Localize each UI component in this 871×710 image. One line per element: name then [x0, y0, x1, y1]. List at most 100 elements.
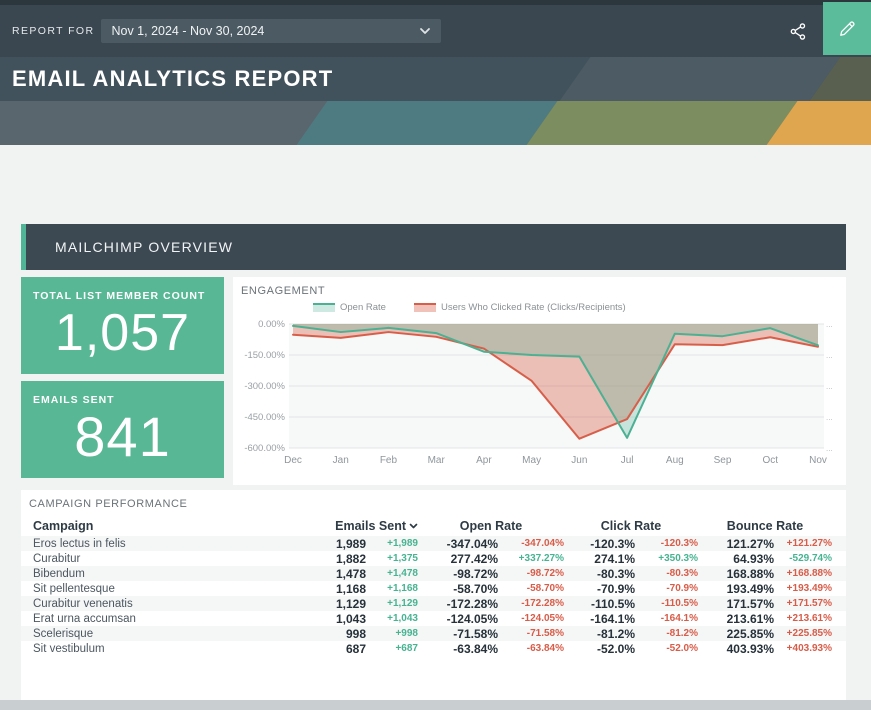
metric-delta: +171.57%	[774, 598, 832, 609]
svg-text:Oct: Oct	[762, 455, 778, 466]
metric-value: 64.93%	[698, 552, 774, 566]
report-for-label: REPORT FOR	[12, 25, 94, 37]
table-row[interactable]: Curabitur venenatis1,129+1,129-172.28%-1…	[21, 596, 846, 611]
deco-shape-olive	[527, 101, 798, 145]
svg-text:-300.00%: -300.00%	[244, 381, 285, 392]
metric-value: 225.85%	[698, 627, 774, 641]
column-header-open-rate[interactable]: Open Rate	[460, 519, 523, 533]
metric-delta: +337.27%	[498, 553, 564, 564]
metric-delta: +1,129	[366, 598, 418, 609]
metric-value: -81.2%	[564, 627, 635, 641]
kpi-emails-sent: EMAILS SENT 841	[21, 381, 224, 478]
metric-value: -63.84%	[418, 642, 498, 656]
metric-value: -52.0%	[564, 642, 635, 656]
page-bottom-strip	[0, 700, 871, 710]
table-row[interactable]: Sit vestibulum687+687-63.84%-63.84%-52.0…	[21, 641, 846, 656]
metric-delta: -63.84%	[498, 643, 564, 654]
metric-value: 121.27%	[698, 537, 774, 551]
metric-value: -70.9%	[564, 582, 635, 596]
table-row[interactable]: Erat urna accumsan1,043+1,043-124.05%-12…	[21, 611, 846, 626]
decorative-band	[0, 101, 871, 145]
legend-label: Open Rate	[340, 302, 386, 313]
svg-text:May: May	[522, 455, 541, 466]
report-body: MAILCHIMP OVERVIEW TOTAL LIST MEMBER COU…	[0, 224, 871, 700]
campaign-name: Bibendum	[33, 568, 296, 580]
column-header-emails-sent[interactable]: Emails Sent	[335, 519, 418, 533]
metric-value: 168.88%	[698, 567, 774, 581]
metric-value: 213.61%	[698, 612, 774, 626]
campaign-name: Sit vestibulum	[33, 643, 296, 655]
metric-delta: +1,375	[366, 553, 418, 564]
metric-delta: -172.28%	[498, 598, 564, 609]
metric-value: -124.05%	[418, 612, 498, 626]
table-row[interactable]: Scelerisque998+998-71.58%-71.58%-81.2%-8…	[21, 626, 846, 641]
engagement-plot: 0.00%...-150.00%...-300.00%...-450.00%..…	[233, 314, 846, 472]
metric-value: 1,168	[296, 582, 366, 596]
table-row[interactable]: Sit pellentesque1,168+1,168-58.70%-58.70…	[21, 581, 846, 596]
campaign-name: Sit pellentesque	[33, 583, 296, 595]
column-header-click-rate[interactable]: Click Rate	[601, 519, 661, 533]
metric-value: -80.3%	[564, 567, 635, 581]
svg-text:...: ...	[826, 413, 833, 422]
kpi-value: 841	[33, 406, 212, 468]
metric-delta: +213.61%	[774, 613, 832, 624]
svg-text:0.00%: 0.00%	[258, 319, 285, 330]
metric-delta: +1,989	[366, 538, 418, 549]
metric-delta: +1,478	[366, 568, 418, 579]
svg-text:...: ...	[826, 444, 833, 453]
metric-value: 1,989	[296, 537, 366, 551]
topbar: REPORT FOR Nov 1, 2024 - Nov 30, 2024	[0, 5, 871, 57]
metric-value: 1,882	[296, 552, 366, 566]
table-row[interactable]: Curabitur1,882+1,375277.42%+337.27%274.1…	[21, 551, 846, 566]
metric-delta: -529.74%	[774, 553, 832, 564]
metric-delta: -71.58%	[498, 628, 564, 639]
svg-text:Apr: Apr	[476, 455, 492, 466]
table-row[interactable]: Bibendum1,478+1,478-98.72%-98.72%-80.3%-…	[21, 566, 846, 581]
campaign-name: Curabitur venenatis	[33, 598, 296, 610]
metric-value: -120.3%	[564, 537, 635, 551]
deco-shape-light	[560, 57, 841, 101]
column-header-bounce-rate[interactable]: Bounce Rate	[727, 519, 803, 533]
metric-value: -110.5%	[564, 597, 635, 611]
metric-value: -58.70%	[418, 582, 498, 596]
metric-value: -98.72%	[418, 567, 498, 581]
table-title: CAMPAIGN PERFORMANCE	[21, 498, 846, 510]
chart-legend: Open Rate Users Who Clicked Rate (Clicks…	[313, 302, 846, 313]
svg-text:Jan: Jan	[333, 455, 349, 466]
metric-value: -347.04%	[418, 537, 498, 551]
svg-text:Jun: Jun	[571, 455, 587, 466]
kpi-value: 1,057	[33, 302, 212, 364]
campaign-performance-panel: CAMPAIGN PERFORMANCE Campaign Emails Sen…	[21, 490, 846, 700]
metric-delta: -70.9%	[635, 583, 698, 594]
metric-delta: -110.5%	[635, 598, 698, 609]
metric-delta: +1,043	[366, 613, 418, 624]
metric-delta: +350.3%	[635, 553, 698, 564]
table-row[interactable]: Eros lectus in felis1,989+1,989-347.04%-…	[21, 536, 846, 551]
metric-delta: +403.93%	[774, 643, 832, 654]
campaign-name: Scelerisque	[33, 628, 296, 640]
metric-delta: +121.27%	[774, 538, 832, 549]
legend-item-clicked-rate[interactable]: Users Who Clicked Rate (Clicks/Recipient…	[414, 302, 626, 313]
overview-widgets: TOTAL LIST MEMBER COUNT 1,057 EMAILS SEN…	[21, 277, 846, 485]
metric-delta: +225.85%	[774, 628, 832, 639]
column-header-campaign[interactable]: Campaign	[33, 519, 296, 533]
svg-text:Feb: Feb	[380, 455, 398, 466]
edit-button[interactable]	[823, 2, 871, 55]
date-range-dropdown[interactable]: Nov 1, 2024 - Nov 30, 2024	[101, 19, 441, 43]
svg-text:...: ...	[826, 382, 833, 391]
svg-text:...: ...	[826, 351, 833, 360]
metric-value: 1,043	[296, 612, 366, 626]
metric-delta: -347.04%	[498, 538, 564, 549]
metric-value: -164.1%	[564, 612, 635, 626]
kpi-total-list-member-count: TOTAL LIST MEMBER COUNT 1,057	[21, 277, 224, 374]
chart-title: ENGAGEMENT	[233, 285, 846, 297]
svg-text:-450.00%: -450.00%	[244, 412, 285, 423]
legend-item-open-rate[interactable]: Open Rate	[313, 302, 386, 313]
share-button[interactable]	[783, 16, 813, 46]
metric-value: 193.49%	[698, 582, 774, 596]
campaign-table-body: Eros lectus in felis1,989+1,989-347.04%-…	[21, 536, 846, 656]
title-band: EMAIL ANALYTICS REPORT	[0, 57, 871, 101]
svg-text:Mar: Mar	[428, 455, 446, 466]
kpi-label: TOTAL LIST MEMBER COUNT	[33, 290, 212, 302]
metric-delta: -124.05%	[498, 613, 564, 624]
